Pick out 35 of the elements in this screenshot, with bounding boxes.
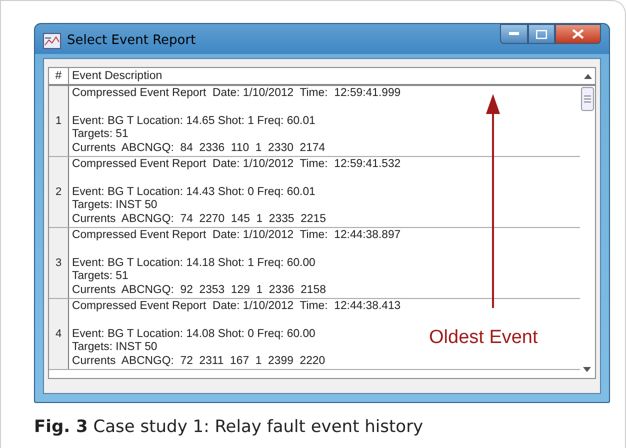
event-line: Currents ABCNGQ: 84 2336 110 1 2330 2174	[72, 142, 326, 156]
row-number: 2	[49, 157, 69, 227]
close-icon	[572, 29, 584, 39]
event-line: Targets: 51	[72, 270, 128, 284]
event-line: Compressed Event Report Date: 1/10/2012 Time: 12:44:38.413	[72, 300, 401, 314]
event-line: Targets: 51	[72, 128, 128, 142]
row-number: 3	[49, 228, 69, 298]
minimize-icon	[509, 32, 519, 36]
event-line: Targets: INST 50	[72, 199, 158, 214]
annotation-label: Oldest Event	[429, 326, 538, 350]
app-icon	[43, 33, 61, 49]
event-line: Targets: INST 50	[72, 341, 158, 356]
scroll-up-icon[interactable]	[584, 74, 592, 78]
event-line: Currents ABCNGQ: 92 2353 129 1 2336 2158	[72, 284, 326, 298]
maximize-button[interactable]	[528, 24, 555, 44]
minimize-button[interactable]	[500, 24, 528, 44]
event-line: Event: BG T Location: 14.65 Shot: 1 Freq: 60.01	[72, 114, 316, 128]
close-button[interactable]	[555, 24, 601, 44]
event-line: Event: BG T Location: 14.43 Shot: 0 Freq: 60.01	[72, 186, 316, 200]
event-line: Compressed Event Report Date: 1/10/2012 Time: 12:59:41.999	[72, 87, 401, 101]
event-line: Event: BG T Location: 14.08 Shot: 0 Freq: 60.00	[72, 328, 316, 342]
figure-caption: Fig. 3 Case study 1: Relay fault event history	[34, 416, 424, 439]
window-title: Select Event Report	[67, 32, 196, 50]
scroll-thumb[interactable]	[581, 87, 594, 111]
scroll-down-icon[interactable]	[583, 367, 591, 372]
row-number: 4	[49, 299, 69, 369]
maximize-icon	[536, 30, 547, 38]
event-line: Compressed Event Report Date: 1/10/2012 Time: 12:59:41.532	[72, 158, 401, 172]
event-line: Currents ABCNGQ: 74 2270 145 1 2335 2215	[72, 213, 326, 227]
event-line: Event: BG T Location: 14.18 Shot: 1 Freq: 60.00	[72, 256, 316, 270]
column-header[interactable]: Event Description	[69, 68, 580, 84]
event-line: Compressed Event Report Date: 1/10/2012 Time: 12:44:38.897	[72, 229, 401, 243]
event-line: Currents ABCNGQ: 72 2311 167 1 2399 2220	[72, 355, 326, 369]
row-number: 1	[49, 86, 69, 156]
column-header[interactable]: #	[49, 68, 69, 84]
